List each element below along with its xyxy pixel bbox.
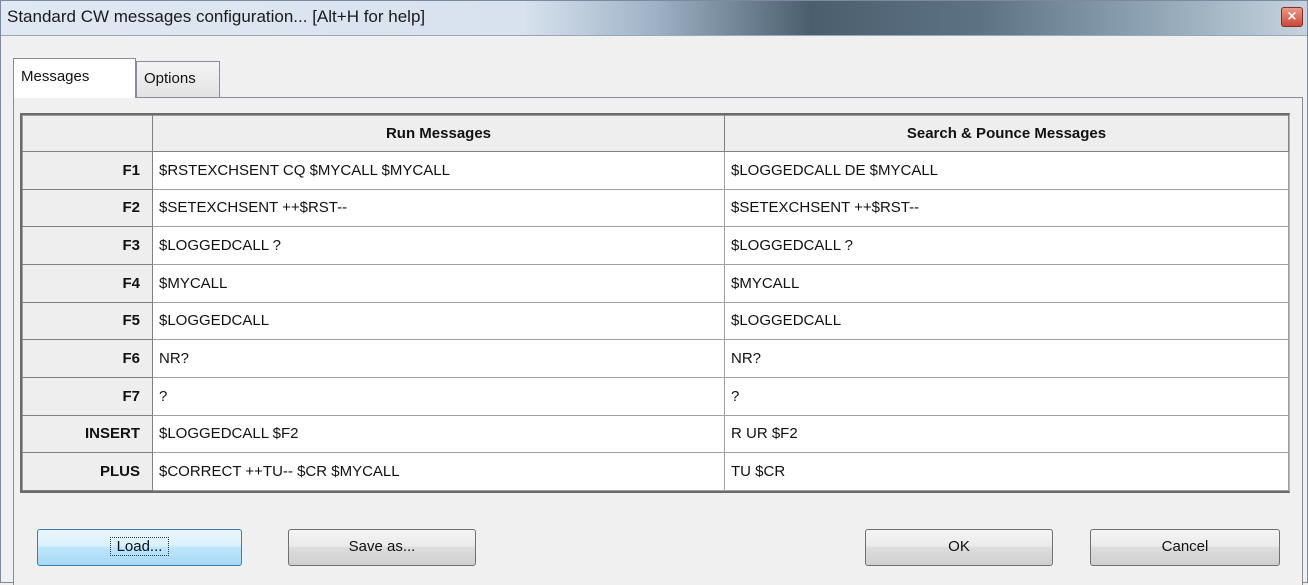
table-row: PLUS $CORRECT ++TU-- $CR $MYCALL TU $CR xyxy=(22,452,1289,491)
sp-message-cell[interactable]: $SETEXCHSENT ++$RST-- xyxy=(724,188,1289,228)
table-row: F3 $LOGGEDCALL ? $LOGGEDCALL ? xyxy=(22,226,1289,265)
tab-options-label: Options xyxy=(144,70,196,87)
sp-message-cell[interactable]: NR? xyxy=(724,339,1289,378)
table-row: INSERT $LOGGEDCALL $F2 R UR $F2 xyxy=(22,414,1289,454)
cancel-button[interactable]: Cancel xyxy=(1090,529,1280,566)
cancel-button-label: Cancel xyxy=(1161,538,1209,555)
sp-message-cell[interactable]: R UR $F2 xyxy=(724,414,1289,454)
column-header-run[interactable]: Run Messages xyxy=(152,115,725,152)
table-header-row: Run Messages Search & Pounce Messages xyxy=(22,115,1289,152)
window-title: Standard CW messages configuration... [A… xyxy=(7,7,426,26)
sp-message-cell[interactable]: $LOGGEDCALL xyxy=(724,301,1289,341)
save-as-button-label: Save as... xyxy=(348,538,416,555)
row-key-header: INSERT xyxy=(22,414,153,454)
sp-message-cell[interactable]: ? xyxy=(724,376,1289,416)
table-row: F7?? xyxy=(22,376,1289,416)
row-key-header: F7 xyxy=(22,376,153,416)
row-key-header: F1 xyxy=(22,151,153,190)
ok-button-label: OK xyxy=(948,538,970,555)
sp-message-cell[interactable]: TU $CR xyxy=(724,452,1289,491)
table-row: F6 NR? NR? xyxy=(22,339,1289,378)
row-key-header: PLUS xyxy=(22,452,153,491)
column-header-sp[interactable]: Search & Pounce Messages xyxy=(724,115,1289,152)
load-button[interactable]: Load... xyxy=(37,529,242,566)
messages-grid: Run Messages Search & Pounce Messages F1… xyxy=(20,113,1290,493)
run-message-cell[interactable]: ? xyxy=(152,376,725,416)
row-key-header: F4 xyxy=(22,263,153,303)
run-message-cell[interactable]: $LOGGEDCALL $F2 xyxy=(152,414,725,454)
messages-table: Run Messages Search & Pounce Messages F1… xyxy=(22,115,1289,491)
close-icon[interactable]: × xyxy=(1281,7,1303,27)
sp-message-cell[interactable]: $LOGGEDCALL DE $MYCALL xyxy=(724,151,1289,190)
sp-message-cell[interactable]: $MYCALL xyxy=(724,263,1289,303)
corner-header xyxy=(22,115,153,152)
run-message-cell[interactable]: $LOGGEDCALL xyxy=(152,301,725,341)
title-bar[interactable]: Standard CW messages configuration... [A… xyxy=(1,1,1307,36)
row-key-header: F6 xyxy=(22,339,153,378)
run-message-cell[interactable]: NR? xyxy=(152,339,725,378)
table-row: F2 $SETEXCHSENT ++$RST-- $SETEXCHSENT ++$R… xyxy=(22,188,1289,228)
dialog-window: Standard CW messages configuration... [A… xyxy=(0,0,1308,585)
ok-button[interactable]: OK xyxy=(865,529,1053,566)
load-button-label: Load... xyxy=(109,537,170,556)
sp-message-cell[interactable]: $LOGGEDCALL ? xyxy=(724,226,1289,265)
run-message-cell[interactable]: $SETEXCHSENT ++$RST-- xyxy=(152,188,725,228)
row-key-header: F2 xyxy=(22,188,153,228)
tab-messages[interactable]: Messages xyxy=(13,58,136,98)
run-message-cell[interactable]: $MYCALL xyxy=(152,263,725,303)
table-row: F4 $MYCALL $MYCALL xyxy=(22,263,1289,303)
tab-strip: Messages Options xyxy=(13,58,1303,98)
save-as-button[interactable]: Save as... xyxy=(288,529,476,566)
tab-options[interactable]: Options xyxy=(136,61,220,97)
table-row: F5 $LOGGEDCALL $LOGGEDCALL xyxy=(22,301,1289,341)
row-key-header: F5 xyxy=(22,301,153,341)
run-message-cell[interactable]: $RSTEXCHSENT CQ $MYCALL $MYCALL xyxy=(152,151,725,190)
run-message-cell[interactable]: $CORRECT ++TU-- $CR $MYCALL xyxy=(152,452,725,491)
table-row: F1 $RSTEXCHSENT CQ $MYCALL $MYCALL $LOGGED… xyxy=(22,151,1289,190)
row-key-header: F3 xyxy=(22,226,153,265)
tab-messages-label: Messages xyxy=(21,68,90,85)
run-message-cell[interactable]: $LOGGEDCALL ? xyxy=(152,226,725,265)
